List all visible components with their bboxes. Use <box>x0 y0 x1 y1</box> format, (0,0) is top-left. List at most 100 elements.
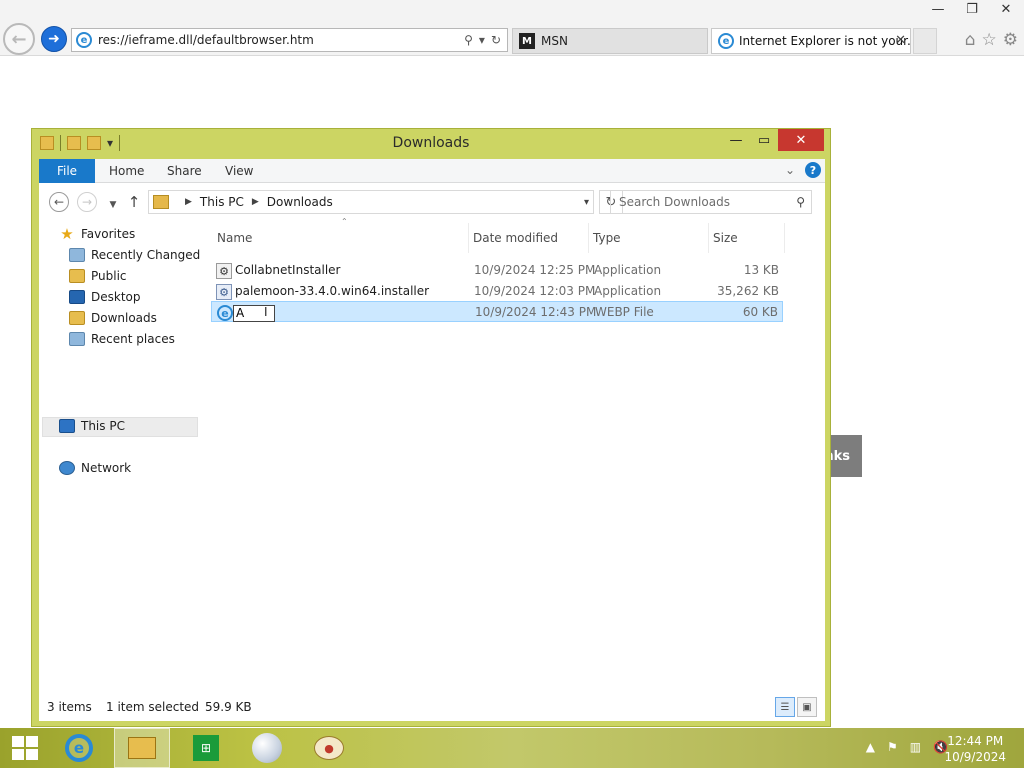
column-label: Date modified <box>473 231 559 245</box>
close-icon[interactable]: ✕ <box>998 2 1014 17</box>
tab-file[interactable]: File <box>39 159 95 183</box>
nav-favorites[interactable]: ★ Favorites <box>59 225 135 243</box>
chevron-right-icon[interactable]: ▶ <box>252 197 259 207</box>
network-icon <box>59 461 75 475</box>
column-label: Type <box>593 231 621 245</box>
minimize-button[interactable]: — <box>722 129 750 151</box>
breadcrumb-downloads[interactable]: Downloads <box>267 195 333 209</box>
tab-msn[interactable]: M MSN <box>512 28 708 54</box>
status-bar: 3 items 1 item selected 59.9 KB ☰ ▣ <box>39 693 825 721</box>
nav-network[interactable]: Network <box>59 461 131 475</box>
refresh-icon[interactable]: ↻ <box>491 33 501 47</box>
search-input[interactable]: Search Downloads ⚲ <box>610 190 812 214</box>
maximize-button[interactable]: ▭ <box>750 129 778 151</box>
column-header-size[interactable]: Size <box>709 223 785 253</box>
close-tab-icon[interactable]: ✕ <box>895 33 906 48</box>
nav-recently-changed[interactable]: Recently Changed <box>69 248 200 262</box>
taskbar-internet-explorer[interactable]: e <box>50 728 108 768</box>
expand-ribbon-icon[interactable]: ⌄ <box>785 163 795 177</box>
title-bar[interactable]: ▾ Downloads — ▭ ✕ <box>32 129 830 159</box>
search-placeholder: Search Downloads <box>619 195 730 209</box>
tab-home[interactable]: Home <box>109 159 144 183</box>
item-count: 3 items <box>47 700 92 714</box>
system-tray: ▲ ⚑ ▥ 🔇 <box>866 740 948 754</box>
breadcrumb-this-pc[interactable]: This PC <box>200 195 244 209</box>
ie-page-icon: e <box>718 33 734 49</box>
page-button-partial[interactable]: nks <box>824 435 862 477</box>
folder-icon <box>69 269 85 283</box>
file-type: Application <box>594 263 662 277</box>
forward-button[interactable]: → <box>77 192 97 212</box>
application-icon: ⚙ <box>216 263 232 279</box>
nav-label: Recently Changed <box>91 248 201 262</box>
selection-size: 59.9 KB <box>205 700 252 714</box>
gear-icon[interactable]: ⚙ <box>1003 30 1018 50</box>
tab-label: MSN <box>541 34 568 48</box>
back-button[interactable]: ← <box>3 23 35 55</box>
column-header-date[interactable]: Date modified <box>469 223 589 253</box>
taskbar-paint[interactable]: ● <box>300 728 358 768</box>
search-icon[interactable]: ⚲ <box>796 195 805 209</box>
home-icon[interactable]: ⌂ <box>965 30 976 50</box>
nav-label: Public <box>91 269 127 283</box>
nav-this-pc[interactable]: This PC <box>59 419 125 433</box>
close-button[interactable]: ✕ <box>778 129 824 151</box>
restore-icon[interactable]: ❐ <box>964 2 980 17</box>
tab-ie-default[interactable]: e Internet Explorer is not your... ✕ <box>711 28 911 54</box>
file-type: WEBP File <box>595 305 654 319</box>
favorites-icon[interactable]: ☆ <box>982 30 997 50</box>
nav-label: This PC <box>81 419 125 433</box>
tab-view[interactable]: View <box>225 159 253 183</box>
rename-input[interactable]: A <box>233 305 275 322</box>
start-button[interactable] <box>0 728 50 768</box>
show-hidden-icons-icon[interactable]: ▲ <box>866 740 875 754</box>
dropdown-icon[interactable]: ▾ <box>479 33 485 47</box>
large-icons-view-icon[interactable]: ▣ <box>797 697 817 717</box>
taskbar-app[interactable] <box>238 728 296 768</box>
table-row[interactable]: ⚙ CollabnetInstaller 10/9/2024 12:25 PM … <box>211 260 783 281</box>
address-text[interactable]: res://ieframe.dll/defaultbrowser.htm <box>98 33 464 47</box>
search-icon[interactable]: ⚲ <box>464 33 473 47</box>
window-controls: — ❐ ✕ <box>930 2 1014 17</box>
browser-chrome: — ❐ ✕ ← ➜ e res://ieframe.dll/defaultbro… <box>0 0 1024 56</box>
chevron-down-icon[interactable]: ▾ <box>584 197 589 208</box>
nav-downloads[interactable]: Downloads <box>69 311 157 325</box>
downloads-folder-icon <box>153 195 169 209</box>
table-row[interactable]: ⚙ palemoon-33.4.0.win64.installer 10/9/2… <box>211 281 783 302</box>
back-button[interactable]: ← <box>49 192 69 212</box>
msn-icon: M <box>519 33 535 49</box>
column-header-name[interactable]: ⌃ Name <box>213 217 469 253</box>
new-tab-button[interactable] <box>913 28 937 54</box>
up-button[interactable]: ↑ <box>124 192 144 212</box>
address-bar[interactable]: e res://ieframe.dll/defaultbrowser.htm ⚲… <box>71 28 508 52</box>
recent-locations-icon[interactable]: ▼ <box>103 195 123 215</box>
file-date: 10/9/2024 12:25 PM <box>474 263 596 277</box>
forward-button[interactable]: ➜ <box>41 26 67 52</box>
nav-desktop[interactable]: Desktop <box>69 290 141 304</box>
tab-share[interactable]: Share <box>167 159 202 183</box>
network-status-icon[interactable]: ▥ <box>910 740 921 754</box>
nav-public[interactable]: Public <box>69 269 127 283</box>
minimize-icon[interactable]: — <box>930 2 946 17</box>
taskbar-store[interactable]: ⊞ <box>177 728 235 768</box>
column-header-type[interactable]: Type <box>589 223 709 253</box>
navigation-pane: ★ Favorites Recently Changed Public Desk… <box>39 223 209 693</box>
file-explorer-window: ▾ Downloads — ▭ ✕ File Home Share View ⌄… <box>31 128 831 727</box>
column-label: Size <box>713 231 738 245</box>
table-row-selected[interactable]: e A I 10/9/2024 12:43 PM WEBP File 60 KB <box>211 301 783 322</box>
nav-label: Recent places <box>91 332 175 346</box>
chevron-right-icon[interactable]: ▶ <box>185 197 192 207</box>
details-view-icon[interactable]: ☰ <box>775 697 795 717</box>
help-icon[interactable]: ? <box>805 162 821 178</box>
computer-icon <box>59 419 75 433</box>
downloads-folder-icon <box>69 311 85 325</box>
action-center-flag-icon[interactable]: ⚑ <box>887 740 898 754</box>
breadcrumb[interactable]: ▶ This PC ▶ Downloads ▾ <box>148 190 594 214</box>
taskbar-file-explorer[interactable] <box>114 728 170 768</box>
file-type: Application <box>594 284 662 298</box>
clock[interactable]: 12:44 PM 10/9/2024 <box>944 733 1006 765</box>
file-date: 10/9/2024 12:03 PM <box>474 284 596 298</box>
nav-recent-places[interactable]: Recent places <box>69 332 175 346</box>
nav-label: Network <box>81 461 132 475</box>
ie-page-icon: e <box>76 32 92 48</box>
